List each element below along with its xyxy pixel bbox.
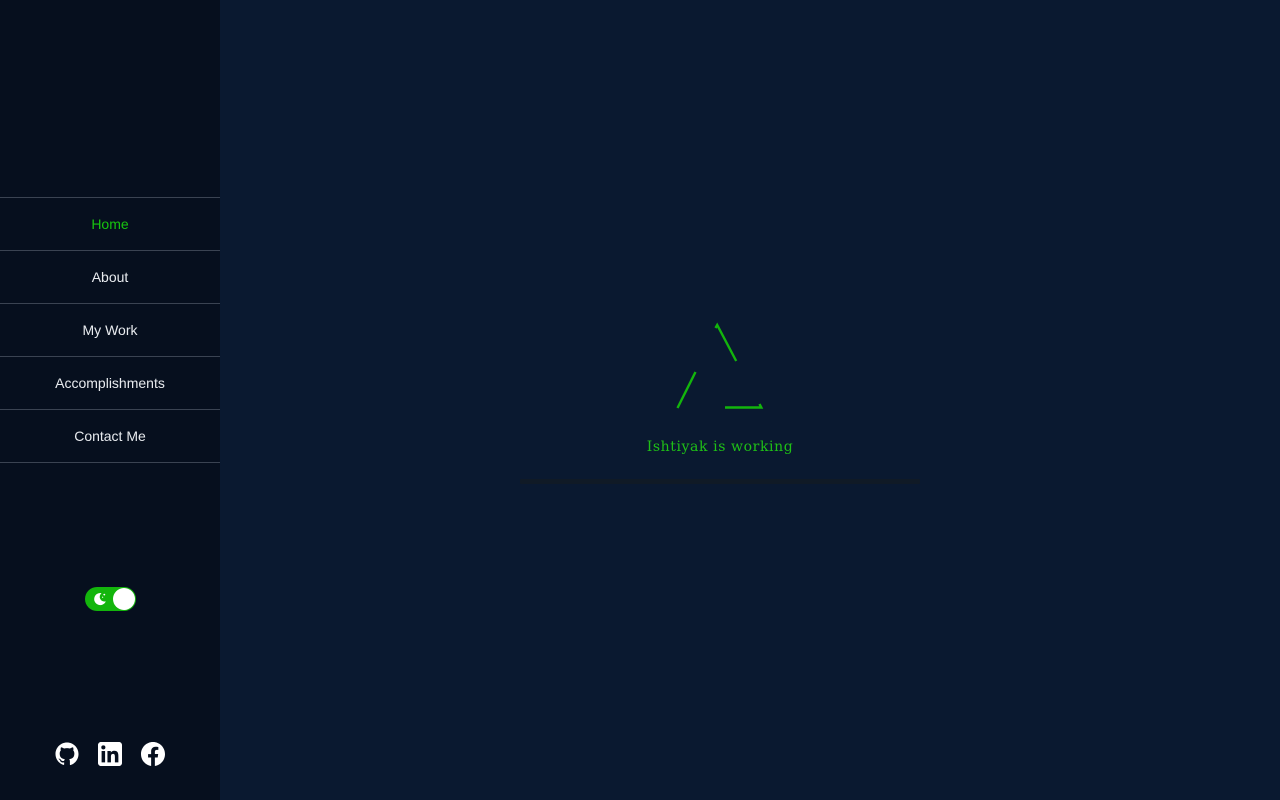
toggle-knob: [113, 588, 135, 610]
sidebar: Home About My Work Accomplishments Conta…: [0, 0, 220, 800]
nav-item-accomplishments[interactable]: Accomplishments: [0, 357, 220, 410]
nav-item-my-work[interactable]: My Work: [0, 304, 220, 357]
facebook-link[interactable]: [141, 742, 165, 766]
moon-icon: [94, 593, 106, 606]
theme-toggle[interactable]: [85, 587, 136, 611]
nav-item-home[interactable]: Home: [0, 198, 220, 251]
linkedin-link[interactable]: [98, 742, 122, 766]
loading-message: Ishtiyak is working: [646, 439, 794, 455]
nav-item-contact-me[interactable]: Contact Me: [0, 410, 220, 463]
loading-spinner-icon: [676, 322, 764, 409]
main-content: Ishtiyak is working: [220, 0, 1280, 800]
github-link[interactable]: [55, 742, 79, 766]
facebook-icon: [141, 742, 165, 766]
linkedin-icon: [98, 742, 122, 766]
social-links: [0, 742, 220, 766]
sidebar-nav: Home About My Work Accomplishments Conta…: [0, 197, 220, 463]
nav-item-about[interactable]: About: [0, 251, 220, 304]
github-icon: [55, 742, 79, 766]
loading-progress-bar: [520, 479, 920, 484]
